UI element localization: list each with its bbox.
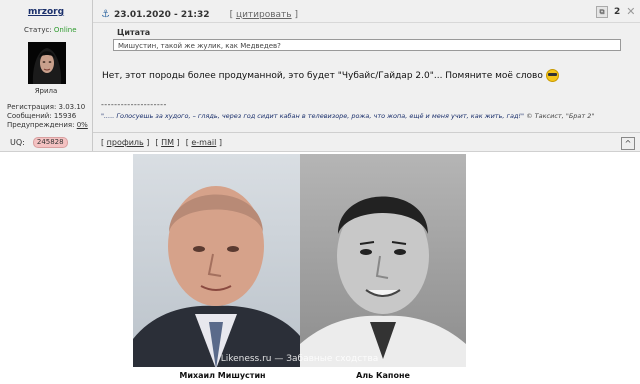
divider bbox=[93, 132, 640, 133]
quote-button-label: цитировать bbox=[235, 9, 292, 20]
warnings: Предупреждения: 0% bbox=[7, 121, 88, 130]
cool-smiley-icon bbox=[545, 69, 559, 82]
post-date: 23.01.2020 - 21:32 bbox=[113, 9, 210, 20]
username-link[interactable]: mrzorg bbox=[0, 7, 92, 17]
portrait-left bbox=[133, 154, 300, 384]
avatar bbox=[28, 42, 66, 84]
user-panel: mrzorg Статус: Online Ярила Регистрация:… bbox=[0, 0, 93, 152]
email-link[interactable]: e-mail bbox=[191, 138, 216, 147]
user-meta: Регистрация: 3.03.10 Сообщений: 15936 Пр… bbox=[7, 103, 88, 130]
photo-right bbox=[300, 154, 466, 384]
pm-link[interactable]: ПМ bbox=[161, 138, 174, 147]
portrait-right bbox=[300, 154, 466, 384]
quote-box: Мишустин, такой же жулик, как Медведев? bbox=[113, 39, 621, 51]
signature-quote: "..... Голосуешь за худого, – глядь, чер… bbox=[101, 112, 525, 120]
signature-separator: -------------------- bbox=[101, 100, 167, 109]
status-online: Online bbox=[53, 26, 77, 34]
status-label: Статус: bbox=[24, 26, 52, 34]
anchor-icon[interactable]: ⚓ bbox=[101, 9, 110, 20]
post-body: Нет, этот породы более продуманной, это … bbox=[102, 69, 559, 82]
signature-source: © Таксист, "Брат 2" bbox=[526, 112, 595, 120]
warnings-value[interactable]: 0% bbox=[77, 121, 88, 129]
caption-left: Михаил Мишустин bbox=[179, 371, 266, 380]
profile-link[interactable]: профиль bbox=[107, 138, 144, 147]
comparison-image: Likeness.ru — Забавные сходства Михаил М… bbox=[133, 154, 466, 384]
link-icon[interactable]: ⧉ bbox=[596, 5, 608, 18]
avatar-image bbox=[28, 42, 66, 84]
uq-badge[interactable]: 245828 bbox=[32, 137, 68, 148]
post-body-text: Нет, этот породы более продуманной, это … bbox=[102, 70, 543, 81]
forum-post: mrzorg Статус: Online Ярила Регистрация:… bbox=[0, 0, 640, 152]
message-count: Сообщений: 15936 bbox=[7, 112, 77, 120]
post-header: ⚓ 23.01.2020 - 21:32 [ цитировать ] bbox=[101, 9, 298, 20]
post-links: [ профиль ] [ ПМ ] [ e-mail ] bbox=[101, 138, 222, 147]
uq-row: UQ: 245828 bbox=[10, 137, 68, 148]
signature: "..... Голосуешь за худого, – глядь, чер… bbox=[101, 112, 594, 120]
scroll-up-icon[interactable]: ^ bbox=[621, 137, 635, 150]
quote-button[interactable]: [ цитировать ] bbox=[230, 10, 298, 20]
photo-left bbox=[133, 154, 300, 384]
warnings-label: Предупреждения: bbox=[7, 121, 75, 129]
uq-label: UQ: bbox=[10, 138, 25, 147]
post-number-area: ⧉ 2 ✕ bbox=[596, 5, 635, 18]
close-icon[interactable]: ✕ bbox=[626, 5, 635, 18]
watermark: Likeness.ru — Забавные сходства bbox=[220, 354, 379, 364]
caption-bar: Михаил Мишустин Аль Капоне bbox=[133, 367, 466, 384]
divider bbox=[93, 22, 640, 23]
caption-right: Аль Капоне bbox=[356, 371, 410, 380]
quote-title: Цитата bbox=[117, 28, 151, 37]
registration-date: Регистрация: 3.03.10 bbox=[7, 103, 86, 111]
user-rank: Ярила bbox=[34, 87, 58, 95]
post-number: 2 bbox=[614, 6, 621, 17]
user-status: Статус: Online bbox=[24, 26, 77, 34]
